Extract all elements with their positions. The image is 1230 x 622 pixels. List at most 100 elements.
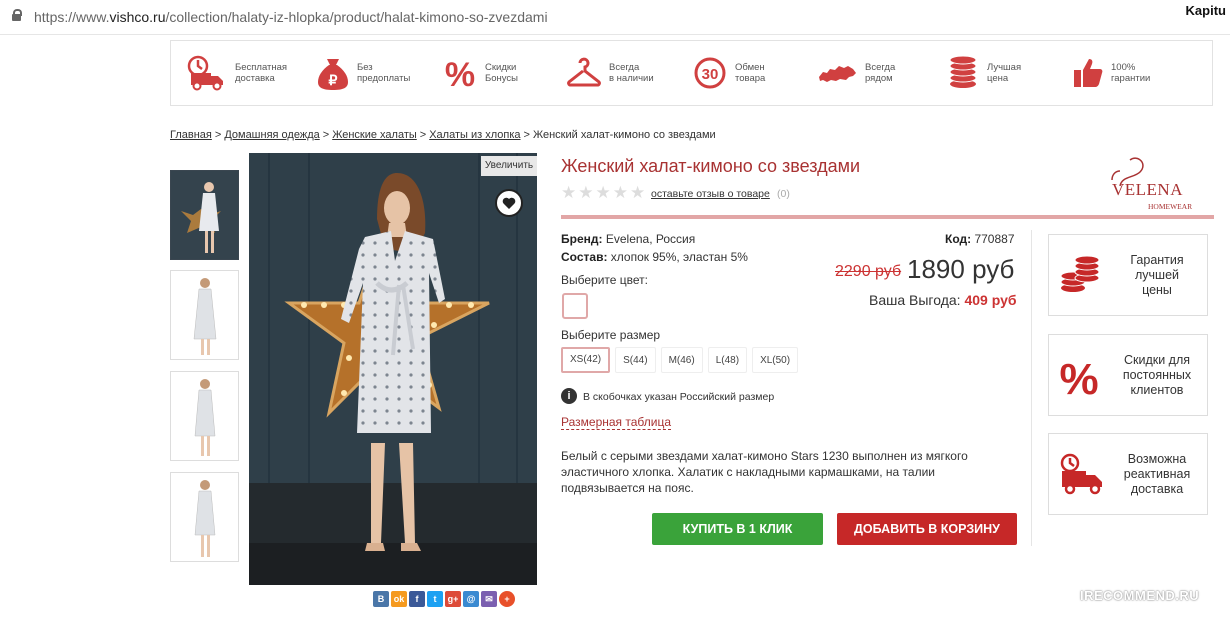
brand-logo[interactable]: VELENA HOMEWEAR: [1108, 154, 1204, 212]
percent-icon: %: [445, 56, 475, 91]
browser-top-right-label: Kapitu: [1185, 3, 1226, 18]
share-bar: В ok f t g+ @ ✉ +: [373, 591, 515, 607]
exchange-30-icon: 30: [694, 57, 726, 89]
benefit-label: Обмен товара: [735, 62, 766, 84]
coins-icon: [949, 55, 977, 88]
benefit-always-near[interactable]: Всегда рядом: [817, 41, 895, 105]
svg-text:₽: ₽: [329, 72, 338, 88]
benefit-label: Скидки Бонусы: [485, 62, 518, 84]
url-domain: vishco.ru: [109, 9, 166, 25]
profit-row: Ваша Выгода: 409 руб: [869, 292, 1017, 308]
svg-text:%: %: [1059, 355, 1098, 398]
column-divider: [1031, 230, 1032, 546]
side-box-label: Скидки для постоянных клиентов: [1122, 353, 1192, 397]
benefit-label: Лучшая цена: [987, 62, 1022, 84]
add-to-cart-button[interactable]: ДОБАВИТЬ В КОРЗИНУ: [837, 513, 1017, 545]
breadcrumb-women-robes[interactable]: Женские халаты: [332, 129, 417, 141]
zoom-button[interactable]: Увеличить: [481, 156, 537, 176]
star-icon[interactable]: ★: [630, 184, 645, 201]
benefit-guarantee[interactable]: 100% гарантии: [1073, 41, 1150, 105]
size-option-m[interactable]: M(46): [660, 347, 703, 373]
vk-share-icon[interactable]: В: [373, 591, 389, 607]
star-icon[interactable]: ★: [613, 184, 628, 201]
ok-share-icon[interactable]: ok: [391, 591, 407, 607]
mail-share-icon[interactable]: @: [463, 591, 479, 607]
code-value: 770887: [974, 232, 1015, 246]
breadcrumb-home-clothing[interactable]: Домашняя одежда: [224, 129, 319, 141]
benefit-label: Всегда в наличии: [609, 62, 654, 84]
url-path: /collection/halaty-iz-hlopka/product/hal…: [165, 9, 548, 25]
rating-stars[interactable]: ★ ★ ★ ★ ★: [561, 184, 645, 201]
star-icon[interactable]: ★: [578, 184, 593, 201]
breadcrumb-separator: >: [214, 129, 222, 141]
side-box-best-price[interactable]: Гарантия лучшей цены: [1048, 234, 1208, 316]
size-table-link[interactable]: Размерная таблица: [561, 415, 671, 430]
money-bag-icon: ₽: [318, 59, 348, 90]
product-title: Женский халат-кимоно со звездами: [561, 156, 861, 176]
benefit-best-price[interactable]: Лучшая цена: [947, 41, 1021, 105]
benefit-in-stock[interactable]: Всегда в наличии: [567, 41, 654, 105]
more-share-icon[interactable]: +: [499, 591, 515, 607]
benefit-discounts[interactable]: % Скидки Бонусы: [443, 41, 518, 105]
benefit-exchange[interactable]: 30 Обмен товара: [693, 41, 765, 105]
write-review-link[interactable]: оставьте отзыв о товаре: [651, 188, 770, 200]
google-plus-share-icon[interactable]: g+: [445, 591, 461, 607]
side-box-label: Гарантия лучшей цены: [1130, 253, 1184, 297]
delivery-truck-icon: [1060, 453, 1102, 495]
benefit-no-prepay[interactable]: ₽ Без предоплаты: [317, 41, 410, 105]
russia-map-icon: [819, 66, 856, 82]
delivery-truck-icon: [187, 55, 223, 91]
product-main-photo[interactable]: [249, 153, 537, 585]
breadcrumb-cotton-robes[interactable]: Халаты из хлопка: [429, 129, 520, 141]
brand-row: Бренд: Evelena, Россия: [561, 232, 695, 246]
code-label: Код:: [945, 232, 972, 246]
benefit-label: Бесплатная доставка: [235, 62, 288, 84]
composition-value: хлопок 95%, эластан 5%: [610, 250, 748, 264]
heart-icon: [502, 197, 516, 209]
url-text[interactable]: https://www.vishco.ru/collection/halaty-…: [34, 9, 548, 25]
favorite-button[interactable]: [495, 189, 523, 217]
title-divider: [561, 215, 1214, 219]
color-swatch[interactable]: [562, 293, 588, 319]
address-bar[interactable]: https://www.vishco.ru/collection/halaty-…: [0, 0, 1230, 35]
size-option-xs[interactable]: XS(42): [561, 347, 611, 373]
breadcrumb: Главная > Домашняя одежда > Женские халаты > Х…: [170, 129, 716, 141]
size-option-xl[interactable]: XL(50): [752, 347, 799, 373]
star-icon[interactable]: ★: [561, 184, 576, 201]
benefit-label: Всегда рядом: [865, 62, 896, 84]
svg-text:30: 30: [702, 66, 719, 83]
side-box-loyal-discounts[interactable]: % Скидки для постоянных клиентов: [1048, 334, 1208, 416]
thumbs-up-icon: [1074, 59, 1103, 87]
breadcrumb-home[interactable]: Главная: [170, 129, 212, 141]
composition-row: Состав: хлопок 95%, эластан 5%: [561, 250, 748, 264]
color-label: Выберите цвет:: [561, 273, 649, 287]
code-row: Код: 770887: [945, 232, 1015, 246]
size-label: Выберите размер: [561, 328, 661, 342]
buy-one-click-button[interactable]: КУПИТЬ В 1 КЛИК: [652, 513, 823, 545]
benefits-bar: Бесплатная доставка ₽ Без предоплаты % С…: [170, 40, 1213, 106]
brand-label: Бренд:: [561, 232, 603, 246]
svg-text:%: %: [445, 56, 475, 91]
thumbnail-3[interactable]: [170, 371, 239, 461]
info-icon: i: [561, 388, 577, 404]
review-count: (0): [777, 188, 790, 200]
profit-label: Ваша Выгода:: [869, 292, 961, 308]
email-share-icon[interactable]: ✉: [481, 591, 497, 607]
profit-value: 409 руб: [964, 292, 1017, 308]
thumbnail-1[interactable]: [170, 170, 239, 260]
twitter-share-icon[interactable]: t: [427, 591, 443, 607]
breadcrumb-current: Женский халат-кимоно со звездами: [532, 129, 716, 141]
size-option-s[interactable]: S(44): [615, 347, 656, 373]
side-box-fast-delivery[interactable]: Возможна реактивная доставка: [1048, 433, 1208, 515]
benefit-label: Без предоплаты: [357, 62, 411, 84]
size-options: XS(42) S(44) M(46) L(48) XL(50): [561, 347, 799, 373]
star-icon[interactable]: ★: [596, 184, 611, 201]
product-description: Белый с серыми звездами халат-кимоно Sta…: [561, 449, 968, 495]
thumbnail-4[interactable]: [170, 472, 239, 562]
brand-value: Evelena, Россия: [605, 232, 696, 246]
facebook-share-icon[interactable]: f: [409, 591, 425, 607]
size-option-l[interactable]: L(48): [707, 347, 748, 373]
benefit-free-delivery[interactable]: Бесплатная доставка: [187, 41, 287, 105]
coins-icon: [1060, 255, 1100, 292]
thumbnail-2[interactable]: [170, 270, 239, 360]
